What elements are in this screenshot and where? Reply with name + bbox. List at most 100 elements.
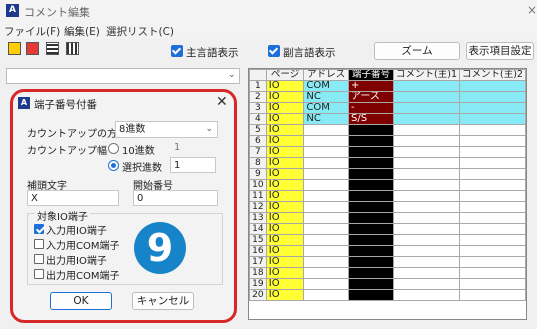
comment1-cell[interactable] <box>393 124 461 136</box>
comment2-cell[interactable] <box>459 146 526 158</box>
comment1-cell[interactable] <box>393 212 461 224</box>
address-cell[interactable] <box>303 168 349 180</box>
terminal-cell[interactable]: S/S <box>347 113 395 125</box>
terminal-cell[interactable] <box>347 190 395 202</box>
comment2-cell[interactable] <box>459 179 526 191</box>
sub-lang-checkbox[interactable] <box>268 45 280 57</box>
target-checkbox-2[interactable] <box>34 254 44 264</box>
address-cell[interactable] <box>303 256 349 268</box>
grid-header-5[interactable]: コメント(主)2 <box>459 69 526 81</box>
grid-header-2[interactable]: アドレス <box>303 69 349 81</box>
terminal-cell[interactable] <box>347 278 395 290</box>
comment1-cell[interactable] <box>393 234 461 246</box>
address-cell[interactable]: COM <box>303 102 349 114</box>
tool-grid-icon[interactable] <box>46 42 59 55</box>
comment2-cell[interactable] <box>459 135 526 147</box>
terminal-cell[interactable]: + <box>347 80 395 92</box>
table-row[interactable]: 19 IO <box>249 278 526 290</box>
address-cell[interactable] <box>303 190 349 202</box>
address-cell[interactable] <box>303 245 349 257</box>
address-cell[interactable]: NC <box>303 113 349 125</box>
cancel-button[interactable]: キャンセル <box>132 292 194 310</box>
dialog-close-icon[interactable]: ✕ <box>216 94 228 110</box>
table-row[interactable]: 3 IO COM - <box>249 102 526 114</box>
menu-edit[interactable]: 編集(E) <box>64 24 100 39</box>
address-cell[interactable] <box>303 234 349 246</box>
terminal-cell[interactable] <box>347 124 395 136</box>
comment2-cell[interactable] <box>459 190 526 202</box>
grid-header-1[interactable]: ページ <box>265 69 305 81</box>
address-cell[interactable] <box>303 157 349 169</box>
terminal-cell[interactable] <box>347 157 395 169</box>
page-cell[interactable]: IO <box>265 245 305 257</box>
comment2-cell[interactable] <box>459 234 526 246</box>
table-row[interactable]: 9 IO <box>249 168 526 180</box>
table-row[interactable]: 10 IO <box>249 179 526 191</box>
table-row[interactable]: 11 IO <box>249 190 526 202</box>
page-cell[interactable]: IO <box>265 278 305 290</box>
comment2-cell[interactable] <box>459 267 526 279</box>
tool-red-grid-icon[interactable] <box>26 42 39 55</box>
menu-file[interactable]: ファイル(F) <box>4 24 60 39</box>
terminal-cell[interactable]: アース <box>347 91 395 103</box>
page-cell[interactable]: IO <box>265 157 305 169</box>
address-cell[interactable]: NC <box>303 91 349 103</box>
select-base-input[interactable]: 1 <box>170 157 216 173</box>
address-cell[interactable] <box>303 223 349 235</box>
page-cell[interactable]: IO <box>265 168 305 180</box>
comment2-cell[interactable] <box>459 157 526 169</box>
page-cell[interactable]: IO <box>265 80 305 92</box>
comment2-cell[interactable] <box>459 289 526 301</box>
address-cell[interactable] <box>303 201 349 213</box>
comment1-cell[interactable] <box>393 179 461 191</box>
comment2-cell[interactable] <box>459 245 526 257</box>
comment1-cell[interactable] <box>393 113 461 125</box>
main-lang-checkbox[interactable] <box>171 45 183 57</box>
page-cell[interactable]: IO <box>265 234 305 246</box>
comment1-cell[interactable] <box>393 289 461 301</box>
table-row[interactable]: 17 IO <box>249 256 526 268</box>
comment1-cell[interactable] <box>393 223 461 235</box>
prefix-input[interactable]: X <box>27 190 119 206</box>
comment2-cell[interactable] <box>459 278 526 290</box>
terminal-cell[interactable] <box>347 212 395 224</box>
table-row[interactable]: 4 IO NC S/S <box>249 113 526 125</box>
table-row[interactable]: 16 IO <box>249 245 526 257</box>
comment2-cell[interactable] <box>459 256 526 268</box>
decimal-radio[interactable] <box>108 143 119 154</box>
target-checkbox-3[interactable] <box>34 269 44 279</box>
table-row[interactable]: 2 IO NC アース <box>249 91 526 103</box>
page-cell[interactable]: IO <box>265 223 305 235</box>
terminal-cell[interactable] <box>347 201 395 213</box>
horizontal-scrollbar[interactable] <box>248 320 527 329</box>
page-cell[interactable]: IO <box>265 190 305 202</box>
count-method-select[interactable]: 8進数 ⌄ <box>115 121 218 138</box>
comment1-cell[interactable] <box>393 91 461 103</box>
select-base-radio[interactable] <box>108 160 119 171</box>
comment1-cell[interactable] <box>393 146 461 158</box>
target-checkbox-1[interactable] <box>34 239 44 249</box>
zoom-button[interactable]: ズーム <box>374 42 460 60</box>
address-cell[interactable] <box>303 278 349 290</box>
terminal-cell[interactable] <box>347 223 395 235</box>
target-checkbox-0[interactable] <box>34 224 44 234</box>
page-cell[interactable]: IO <box>265 135 305 147</box>
terminal-cell[interactable] <box>347 179 395 191</box>
comment1-cell[interactable] <box>393 278 461 290</box>
grid-header-4[interactable]: コメント(主)1 <box>393 69 461 81</box>
comment2-cell[interactable] <box>459 124 526 136</box>
ok-button[interactable]: OK <box>50 292 112 310</box>
terminal-cell[interactable] <box>347 245 395 257</box>
tool-columns-icon[interactable] <box>66 42 79 55</box>
comment1-cell[interactable] <box>393 80 461 92</box>
page-cell[interactable]: IO <box>265 201 305 213</box>
terminal-cell[interactable] <box>347 135 395 147</box>
menu-select-list[interactable]: 選択リスト(C) <box>106 24 174 39</box>
comment1-cell[interactable] <box>393 190 461 202</box>
comment1-cell[interactable] <box>393 245 461 257</box>
address-cell[interactable]: COM <box>303 80 349 92</box>
comment2-cell[interactable] <box>459 102 526 114</box>
page-cell[interactable]: IO <box>265 91 305 103</box>
comment2-cell[interactable] <box>459 212 526 224</box>
filter-combo[interactable] <box>6 68 240 84</box>
